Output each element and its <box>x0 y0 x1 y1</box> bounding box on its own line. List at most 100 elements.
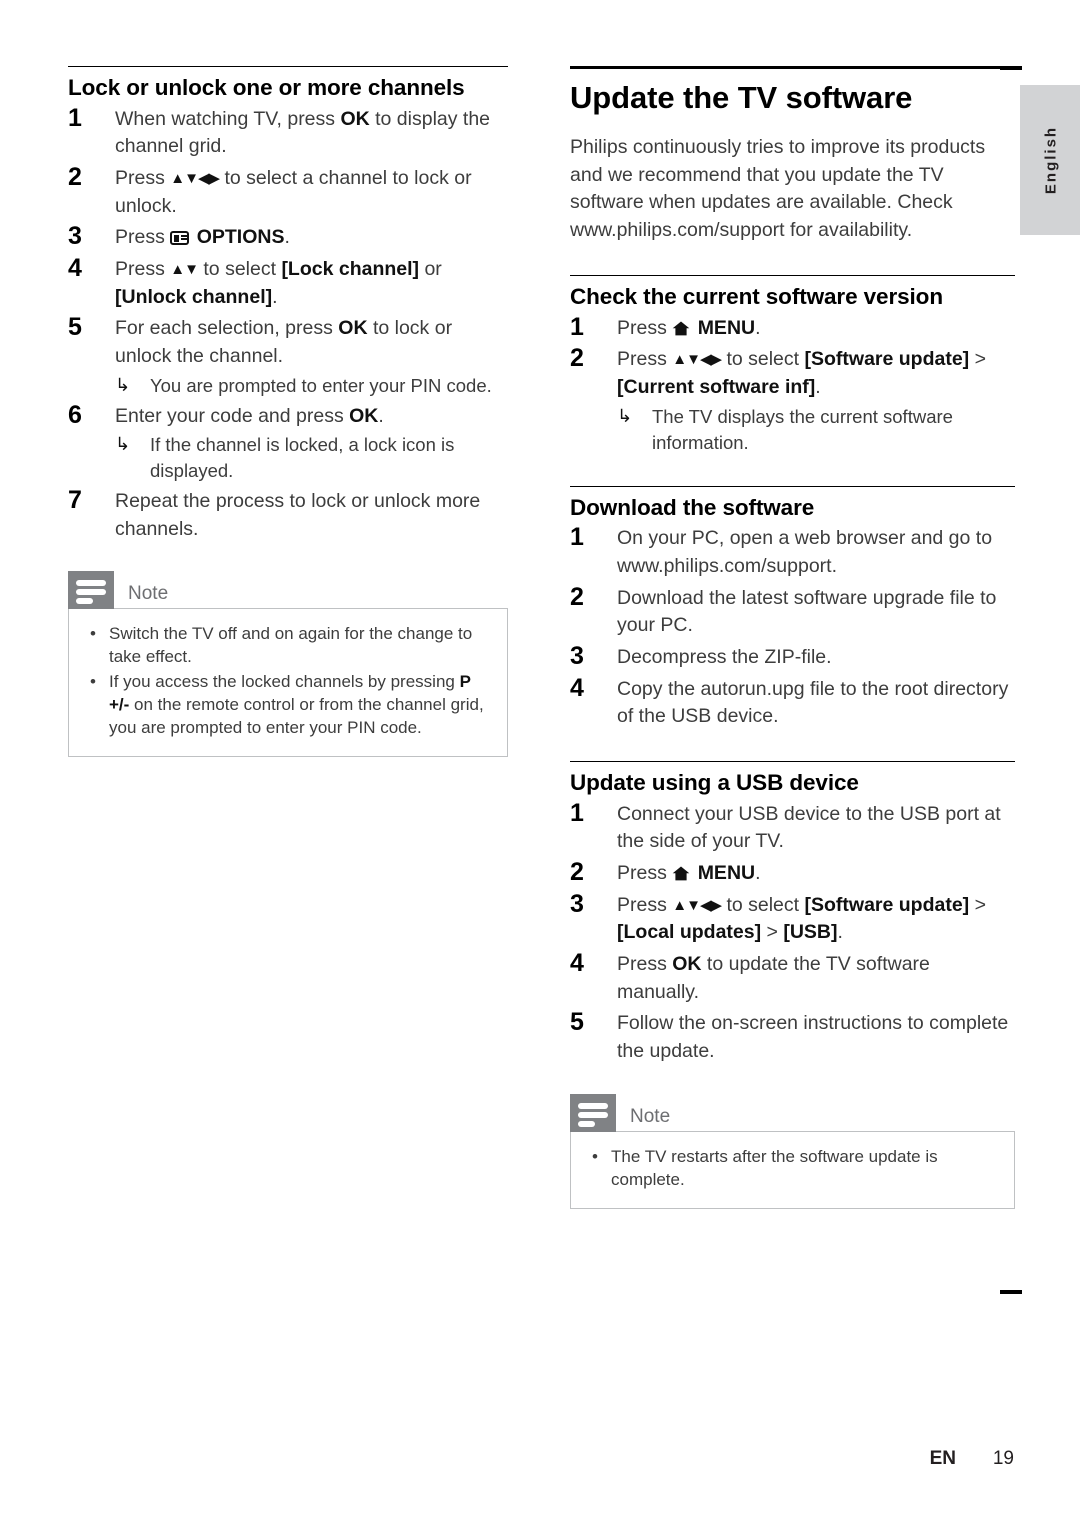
procedure-step: 2 Press ▲▼◀▶ to select [Software update] … <box>570 344 1015 455</box>
step-text: Press <box>115 166 171 189</box>
step-body: Press MENU. <box>617 862 761 884</box>
step-body: Press OK to update the TV software manua… <box>617 953 930 1003</box>
emphasis-text: OK <box>349 404 379 427</box>
step-body: Press ▲▼◀▶ to select [Software update] >… <box>617 348 986 398</box>
emphasis-text: [Software update] <box>804 893 970 916</box>
step-text: For each selection, press <box>115 317 339 340</box>
note-item: Switch the TV off and on again for the c… <box>85 623 491 669</box>
step-text: > <box>761 921 784 944</box>
emphasis-text: [Current software inf] <box>617 376 816 399</box>
section-rule <box>570 760 1015 762</box>
step-number: 3 <box>570 889 584 918</box>
manual-page: Lock or unlock one or more channels 1 Whe… <box>0 0 1080 1527</box>
step-text: . <box>272 285 278 308</box>
result-arrow-icon: ↳ <box>115 434 131 455</box>
step-text: . <box>837 921 843 944</box>
procedure-step: 3 Press ▲▼◀▶ to select [Software update] … <box>570 889 1015 947</box>
emphasis-text: OK <box>672 952 702 975</box>
procedure-step: 5 For each selection, press OK to lock or… <box>68 313 508 398</box>
step-text: . <box>815 376 821 399</box>
nav-keys-glyph: ▲▼◀▶ <box>672 896 722 914</box>
procedure-update-using-a-usb-device: 1 Connect your USB device to the USB port… <box>570 798 1015 1066</box>
section-rule <box>570 275 1015 277</box>
step-body: Decompress the ZIP-file. <box>617 646 832 668</box>
step-text: Press <box>617 952 673 975</box>
nav-keys-glyph: ▲▼ <box>170 260 199 278</box>
emphasis-text: OK <box>340 107 370 130</box>
step-body: Press ▲▼◀▶ to select a channel to lock o… <box>115 167 472 217</box>
step-text: to select <box>721 348 805 371</box>
emphasis-text: [Unlock channel] <box>115 285 273 308</box>
step-body: For each selection, press OK to lock or … <box>115 317 452 367</box>
chapter-rule <box>570 66 1015 69</box>
procedure-step: 2 Download the latest software upgrade fi… <box>570 582 1015 640</box>
procedure-step: 4 Press OK to update the TV software manu… <box>570 948 1015 1006</box>
step-number: 2 <box>570 344 584 373</box>
note-box-channels: Note Switch the TV off and on again for … <box>68 571 508 758</box>
step-body: Download the latest software upgrade fil… <box>617 587 996 637</box>
step-text: Press <box>617 861 673 884</box>
step-text: Connect your USB device to the USB port … <box>617 802 1001 853</box>
emphasis-text: MENU <box>697 861 756 884</box>
step-text: Repeat the process to lock or unlock mor… <box>115 490 481 540</box>
note-box-software: Note The TV restarts after the software … <box>570 1093 1015 1209</box>
step-text: . <box>755 316 761 339</box>
emphasis-text: [Lock channel] <box>281 257 420 280</box>
step-number: 2 <box>570 582 584 611</box>
step-text: Decompress the ZIP-file. <box>617 645 832 668</box>
procedure-step: 1 Connect your USB device to the USB port… <box>570 798 1015 856</box>
step-number: 1 <box>570 312 584 341</box>
right-column: Update the TV software Philips continuou… <box>570 66 1015 1209</box>
emphasis-text: OPTIONS <box>196 226 285 249</box>
step-text: or <box>419 257 442 280</box>
section-title: Update using a USB device <box>570 769 859 795</box>
step-text: to select <box>197 257 282 280</box>
step-body: Press ▲▼◀▶ to select [Software update] >… <box>617 894 986 944</box>
emphasis-text: [Software update] <box>804 348 970 371</box>
page-footer: EN 19 <box>0 1448 1014 1470</box>
section-title: Download the software <box>570 494 815 520</box>
result-text: The TV displays the current software inf… <box>652 405 953 453</box>
procedure-step: 7 Repeat the process to lock or unlock mo… <box>68 486 508 543</box>
procedure-step: 1 On your PC, open a web browser and go t… <box>570 523 1015 580</box>
step-number: 1 <box>68 103 82 132</box>
procedure-step: 1 When watching TV, press OK to display t… <box>68 103 508 161</box>
note-icon <box>68 571 114 610</box>
chapter-intro: Philips continuously tries to improve it… <box>570 135 986 242</box>
step-body: Press MENU. <box>617 317 761 339</box>
result-arrow-icon: ↳ <box>617 405 633 426</box>
step-body: Press OPTIONS. <box>115 226 290 248</box>
step-number: 4 <box>570 948 584 977</box>
step-text: Press <box>617 316 673 339</box>
result-text: You are prompted to enter your PIN code. <box>150 374 492 396</box>
footer-language-code: EN <box>929 1448 956 1469</box>
note-header: Note <box>68 571 508 610</box>
section: Update using a USB device 1 Connect your U… <box>570 760 1015 1066</box>
home-menu-icon <box>672 866 690 881</box>
step-number: 1 <box>570 798 584 827</box>
step-body: On your PC, open a web browser and go to… <box>617 527 992 577</box>
emphasis-text: [Local updates] <box>617 921 762 944</box>
step-number: 6 <box>68 400 82 429</box>
emphasis-text: OK <box>338 317 368 340</box>
step-number: 2 <box>570 857 584 886</box>
step-text: > <box>969 893 986 916</box>
procedure-download-the-software: 1 On your PC, open a web browser and go t… <box>570 523 1015 731</box>
procedure-step: 3 Press OPTIONS. <box>68 222 508 252</box>
note-item: If you access the locked channels by pre… <box>85 671 491 740</box>
home-menu-icon <box>672 321 690 336</box>
step-number: 4 <box>68 253 82 282</box>
note-icon <box>570 1093 616 1132</box>
section-rule <box>570 485 1015 487</box>
note-title: Note <box>630 1105 671 1127</box>
chapter-title: Update the TV software <box>570 80 913 115</box>
step-number: 3 <box>68 222 82 251</box>
section: Check the current software version 1 Press… <box>570 275 1015 455</box>
procedure-check-the-current-software-version: 1 Press MENU. 2 Press ▲▼◀▶ to select [Softw… <box>570 312 1015 456</box>
step-text: on the remote control or from the channe… <box>109 695 484 738</box>
step-number: 5 <box>68 313 82 342</box>
emphasis-text: MENU <box>697 316 756 339</box>
procedure-step: 3 Decompress the ZIP-file. <box>570 642 1015 672</box>
step-text: . <box>755 861 761 884</box>
step-results: ↳ If the channel is locked, a lock icon i… <box>115 432 508 484</box>
